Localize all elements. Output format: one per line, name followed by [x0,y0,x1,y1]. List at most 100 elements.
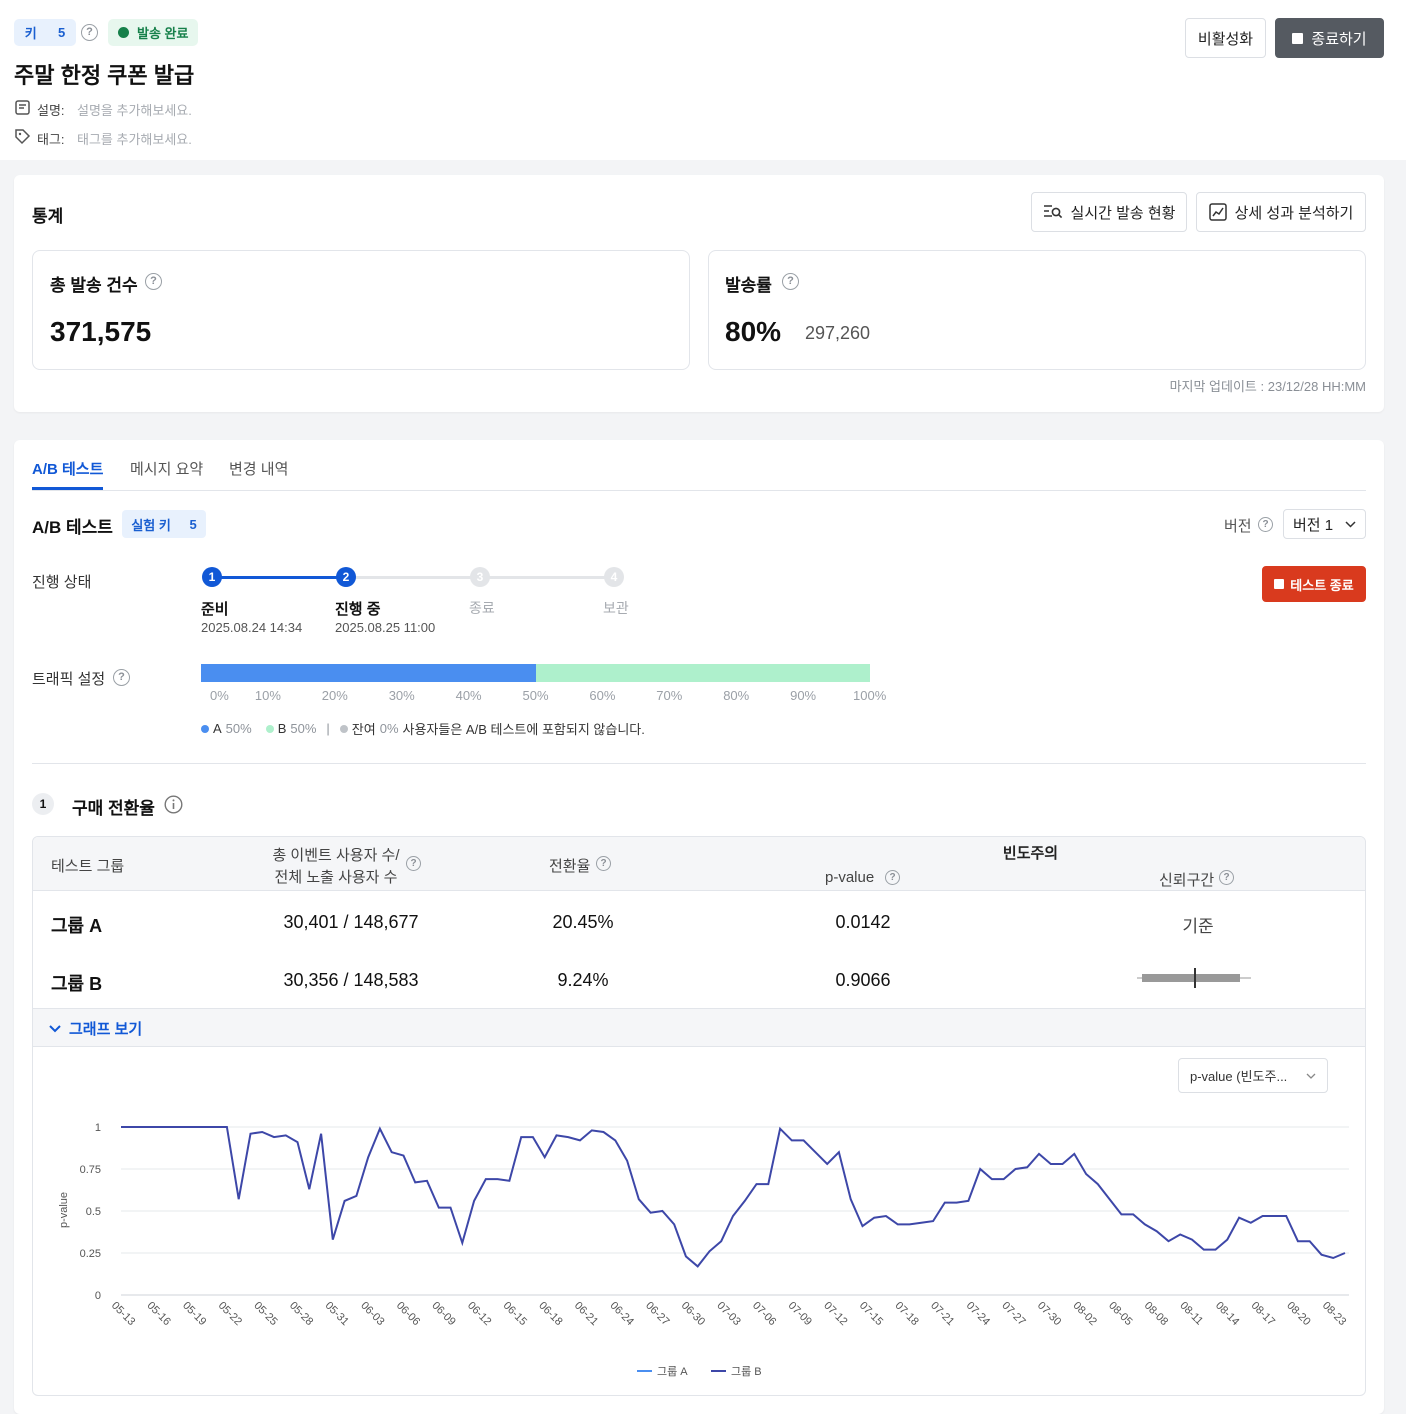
chart-x-tick: 05-28 [287,1300,315,1328]
chart-legend: 그룹 A 그룹 B [637,1365,762,1378]
header-group: 테스트 그룹 [51,858,125,875]
end-test-label: 테스트 종료 [1290,577,1354,593]
analysis-button[interactable]: 상세 성과 분석하기 [1196,192,1366,232]
info-icon[interactable] [164,795,183,814]
tab-ab-test[interactable]: A/B 테스트 [32,458,103,479]
chevron-down-icon [1345,520,1356,528]
chart-x-tick: 06-21 [572,1300,600,1328]
help-icon[interactable]: ? [885,870,900,885]
help-icon[interactable]: ? [406,856,421,871]
end-button[interactable]: 종료하기 [1275,18,1384,58]
graph-toggle-label: 그래프 보기 [69,1021,143,1038]
status-dot-icon [118,27,129,38]
tab-message-summary[interactable]: 메시지 요약 [130,458,203,479]
help-icon[interactable]: ? [145,273,162,290]
chart-x-tick: 05-19 [180,1300,208,1328]
key-chip: 키5 [14,19,76,46]
desc-label: 설명: [37,103,65,118]
header-frequentist: 빈도주의 [1002,845,1059,862]
metric-title: 구매 전환율 [72,799,155,818]
legend-rest-label: 잔여 [351,722,376,737]
version-select[interactable]: 버전 1 [1283,509,1366,539]
chevron-down-icon [1306,1073,1316,1079]
metric-select[interactable]: p-value (빈도주... [1178,1058,1328,1093]
exp-key-label: 실험 키 [131,517,171,533]
help-icon[interactable]: ? [782,273,799,290]
legend-label[interactable]: 그룹 B [731,1365,762,1378]
chart-y-label: p-value [58,1192,70,1228]
series-line-group-b [121,1126,1346,1268]
step-2-label: 진행 중 [335,601,381,618]
row-b-rate: 9.24% [557,970,609,990]
total-label: 총 발송 건수 [50,276,138,295]
legend-b-label: B [277,721,287,736]
step-3-circle: 3 [470,567,490,587]
chart-x-tick: 07-24 [964,1300,992,1328]
chart-x-tick: 07-21 [928,1300,956,1328]
traffic-tick: 70% [656,688,683,703]
rate-count: 297,260 [805,323,871,343]
legend-separator: | [326,721,330,736]
help-icon[interactable]: ? [1258,517,1273,532]
legend-a-dot-icon [201,724,209,733]
chart-x-tick: 08-02 [1071,1300,1099,1328]
tag-input[interactable]: 태그를 추가해보세요. [77,129,192,148]
legend-a-label: A [213,721,222,736]
chart-y-tick: 0.75 [80,1164,101,1176]
traffic-segment-a[interactable] [201,664,536,682]
tag-icon [15,129,31,145]
chart-x-tick: 06-18 [536,1300,564,1328]
row-a-rate: 20.45% [552,912,614,932]
status-badge: 발송 완료 [108,19,199,46]
traffic-tick: 100% [853,688,887,703]
stop-icon [1274,579,1285,589]
chart-y-tick: 0 [95,1290,101,1302]
traffic-tick: 20% [321,688,348,703]
help-icon[interactable]: ? [596,856,611,871]
header-pvalue: p-value [825,869,875,886]
traffic-tick: 60% [589,688,616,703]
step-4-label: 보관 [603,600,629,616]
total-card [32,250,690,370]
deactivate-button[interactable]: 비활성화 [1185,18,1266,58]
version-label: 버전 [1224,518,1252,535]
chart-x-tick: 07-06 [750,1300,778,1328]
header-ci: 신뢰구간 [1159,872,1215,889]
version-value: 버전 1 [1293,516,1334,534]
chart-y-ticks: 0 0.25 0.5 0.75 1 [80,1122,101,1302]
chart-x-tick: 08-05 [1106,1300,1134,1328]
end-test-button[interactable]: 테스트 종료 [1262,566,1366,602]
chart-x-tick: 08-23 [1320,1300,1348,1328]
chart-x-tick: 06-12 [465,1300,493,1328]
chart-x-tick: 06-06 [394,1300,422,1328]
legend-label[interactable]: 그룹 A [657,1365,688,1378]
tab-change-history[interactable]: 변경 내역 [229,458,288,479]
graph-toggle[interactable]: 그래프 보기 [49,1018,142,1039]
last-updated: 마지막 업데이트 : 23/12/28 HH:MM [1169,379,1366,394]
chart-icon [1208,203,1227,221]
chart-x-tick: 06-03 [358,1300,386,1328]
help-icon[interactable]: ? [1219,870,1234,885]
traffic-tick: 30% [388,688,415,703]
traffic-legend: A 50% B 50% | 잔여 0% 사용자들은 A/B 테스트에 포함되지 않습니… [201,719,645,738]
chart-x-tick: 05-13 [109,1300,137,1328]
chart-x-tick: 05-16 [144,1300,172,1328]
desc-input[interactable]: 설명을 추가해보세요. [77,100,192,119]
help-icon[interactable]: ? [113,669,130,686]
step-2-date: 2025.08.25 11:00 [335,620,436,635]
chevron-down-icon [49,1024,61,1032]
traffic-segment-b[interactable] [535,664,870,682]
chart-x-tick: 08-08 [1142,1300,1170,1328]
ab-title: A/B 테스트 [32,518,113,537]
realtime-button[interactable]: 실시간 발송 현황 [1031,192,1187,232]
traffic-bar[interactable] [201,664,870,682]
help-icon[interactable]: ? [81,24,98,41]
step-1-date: 2025.08.24 14:34 [201,620,303,635]
legend-b-pct: 50% [290,721,317,736]
chart-y-tick: 0.25 [80,1248,101,1260]
chart-x-tick: 05-31 [323,1300,351,1328]
chart-grid [121,1126,1349,1296]
rate-label: 발송률 [725,276,772,295]
tabs-divider [32,490,1366,491]
tag-label: 태그: [37,132,65,147]
